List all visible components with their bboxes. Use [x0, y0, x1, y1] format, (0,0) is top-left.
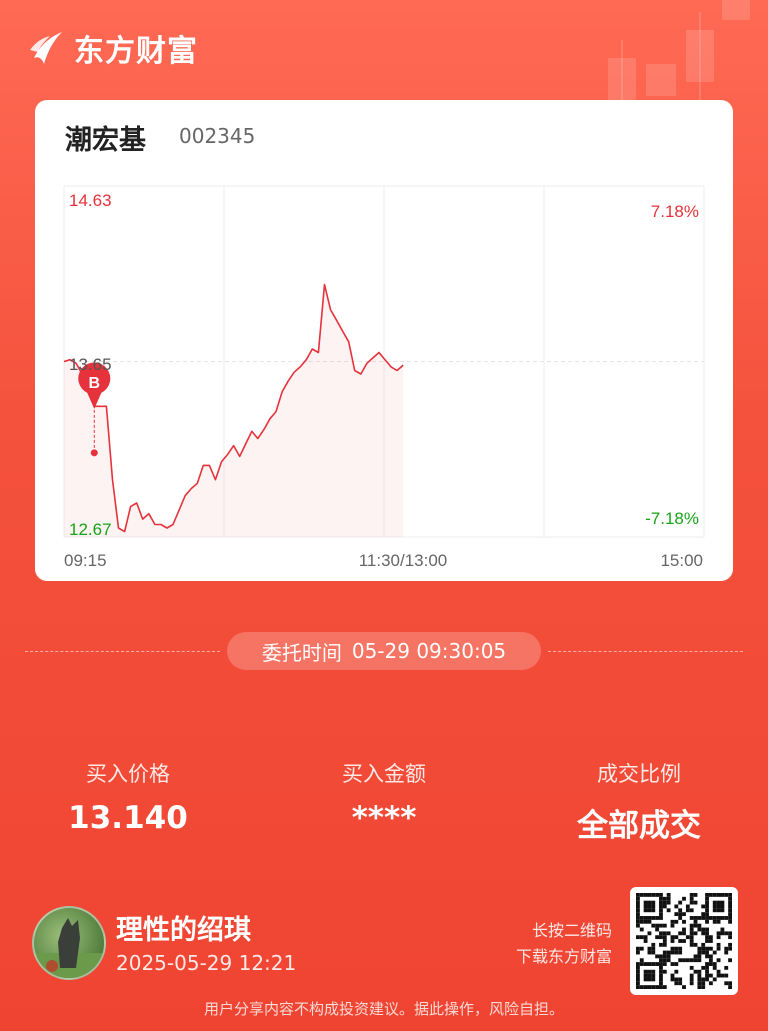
- qr-hint: 长按二维码 下载东方财富: [516, 918, 612, 970]
- brand-name: 东方财富: [74, 34, 198, 69]
- order-time-value: 05-29 09:30:05: [351, 639, 507, 663]
- x-tick-open: 09:15: [64, 551, 107, 570]
- stat-label: 买入金额: [342, 762, 426, 786]
- intraday-chart: B 14.63 13.65 12.67 7.18% -7.18% 09:15 1…: [63, 185, 705, 570]
- stat-fill-ratio: 成交比例 全部成交: [534, 758, 744, 845]
- qr-hint-line1: 长按二维码: [531, 921, 612, 940]
- price-high-label: 14.63: [69, 191, 112, 210]
- user-name: 理性的绍琪: [116, 915, 251, 946]
- stat-value: ****: [351, 800, 417, 836]
- stat-value: 全部成交: [577, 808, 701, 844]
- stat-buy-price: 买入价格 13.140: [23, 758, 233, 836]
- brand-logo-icon: [30, 32, 62, 64]
- pct-high-label: 7.18%: [651, 202, 699, 221]
- qr-code-icon: [636, 893, 732, 989]
- x-tick-midday: 11:30/13:00: [359, 551, 448, 570]
- disclaimer: 用户分享内容不构成投资建议。据此操作，风险自担。: [203, 1000, 564, 1018]
- order-time-pill: 委托时间 05-29 09:30:05: [227, 632, 541, 670]
- pct-low-label: -7.18%: [645, 509, 699, 528]
- order-time-label: 委托时间: [261, 640, 342, 665]
- buy-marker-label: B: [89, 375, 101, 392]
- qr-hint-line2: 下载东方财富: [515, 947, 612, 966]
- stat-label: 成交比例: [597, 762, 681, 786]
- avatar-image: [34, 918, 104, 978]
- brand-logo: 东方财富: [28, 26, 198, 70]
- stat-value: 13.140: [68, 800, 188, 836]
- price-mid-label: 13.65: [69, 355, 112, 374]
- stat-buy-amount: 买入金额 ****: [279, 758, 489, 836]
- stock-chart-card[interactable]: 潮宏基 002345 B 14.63 13.65 12.67 7.18% -7.…: [35, 100, 733, 581]
- avatar[interactable]: [32, 906, 106, 980]
- stat-label: 买入价格: [86, 762, 170, 786]
- share-time: 2025-05-29 12:21: [116, 951, 297, 975]
- qr-code[interactable]: [630, 887, 738, 995]
- x-tick-close: 15:00: [660, 551, 703, 570]
- price-low-label: 12.67: [69, 520, 112, 539]
